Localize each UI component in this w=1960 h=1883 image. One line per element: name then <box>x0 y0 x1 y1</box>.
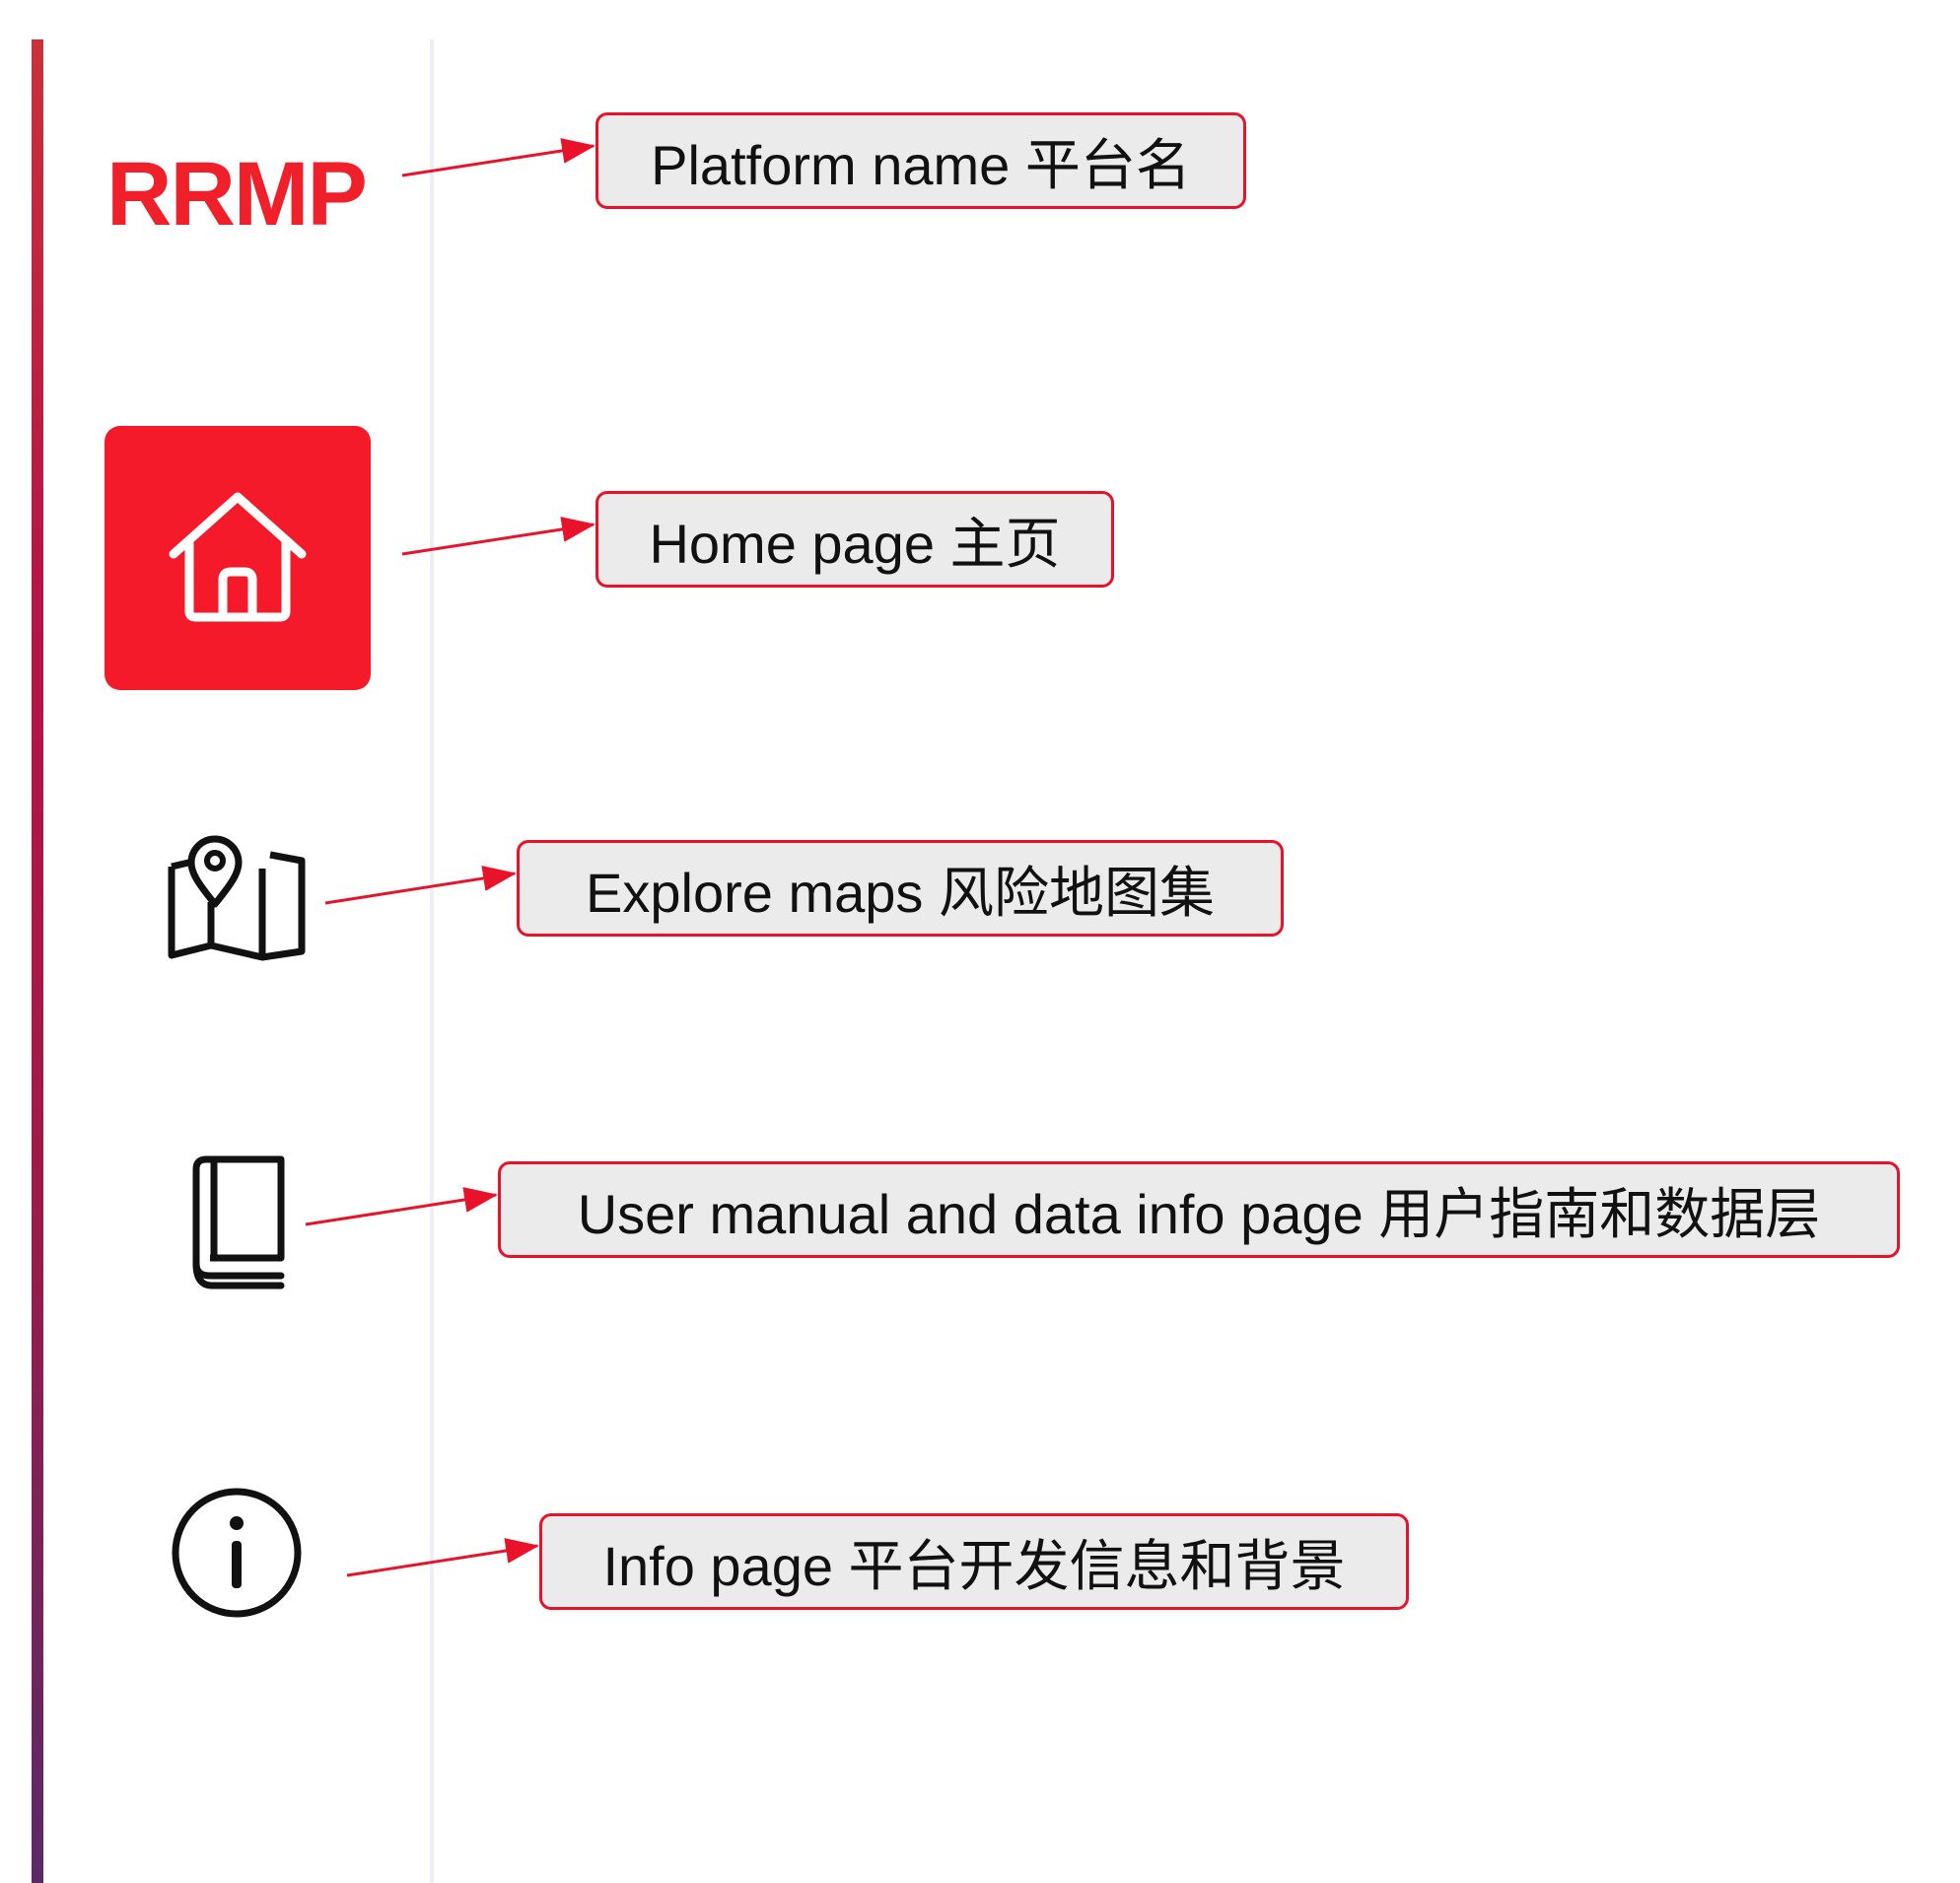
arrow-info-page <box>346 1538 539 1577</box>
annotation-home-page: Home page 主页 <box>595 491 1114 588</box>
annotation-explore-maps: Explore maps 风险地图集 <box>517 840 1284 937</box>
arrow-explore-maps <box>324 866 517 905</box>
annotation-platform-name: Platform name 平台名 <box>595 112 1246 209</box>
arrow-platform-name <box>401 138 595 177</box>
annotation-user-manual: User manual and data info page 用户指南和数据层 <box>498 1161 1900 1258</box>
annotation-info-page: Info page 平台开发信息和背景 <box>539 1513 1409 1610</box>
arrow-user-manual <box>305 1187 498 1226</box>
arrow-home-page <box>401 517 595 556</box>
